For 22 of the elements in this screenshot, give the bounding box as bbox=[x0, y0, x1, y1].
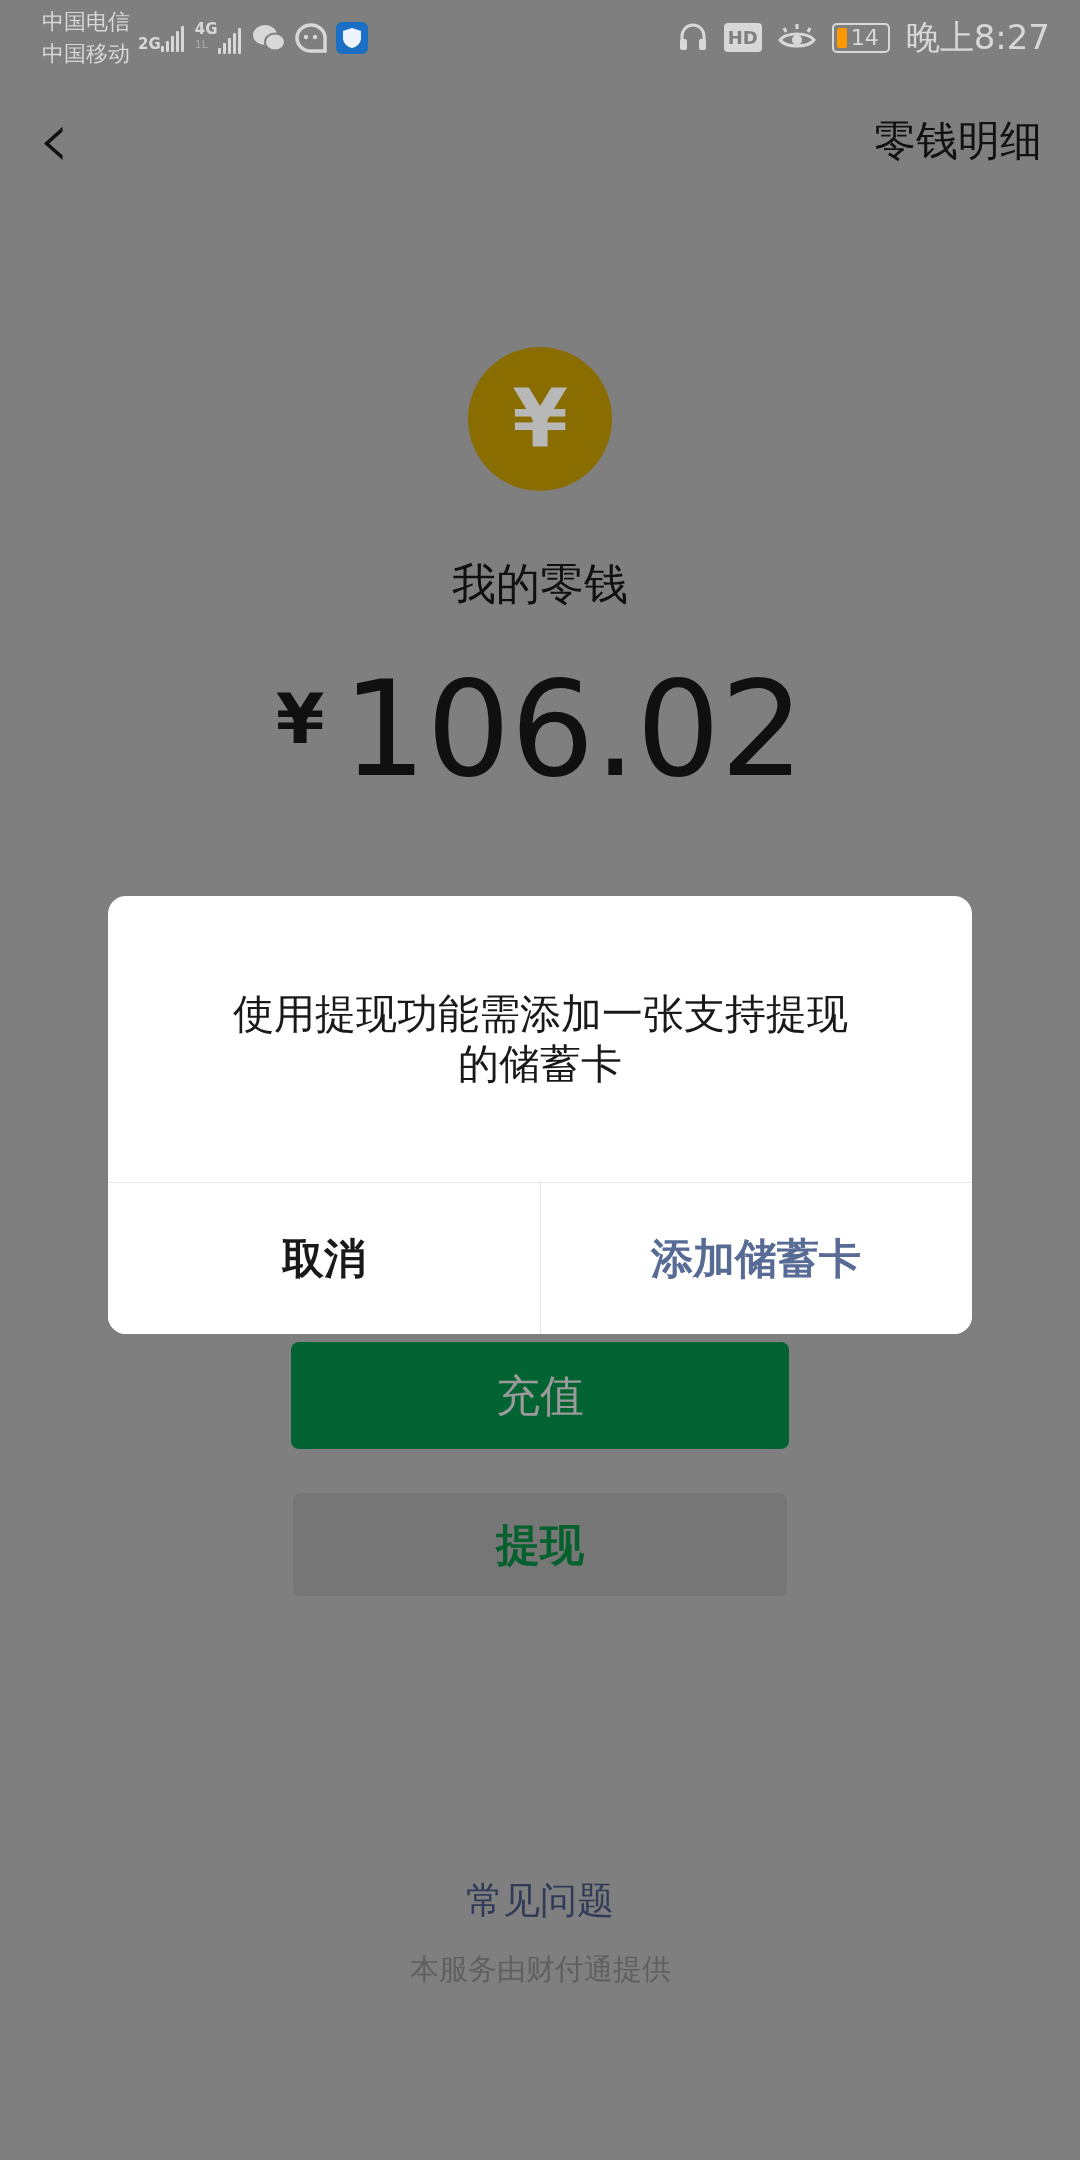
balance-label: 我的零钱 bbox=[452, 557, 628, 611]
carrier-name: 中国电信 bbox=[42, 7, 130, 36]
network-label: 2G bbox=[138, 35, 161, 52]
coin-icon: ¥ bbox=[468, 347, 612, 491]
add-card-button[interactable]: 添加储蓄卡 bbox=[539, 1183, 972, 1334]
currency-symbol: ¥ bbox=[275, 678, 325, 760]
hd-badge: HD bbox=[723, 23, 762, 52]
back-button[interactable]: ‹ bbox=[38, 100, 70, 180]
signal-icon bbox=[217, 25, 244, 54]
top-up-button[interactable]: 充值 bbox=[291, 1342, 789, 1450]
signal-icon bbox=[160, 23, 187, 52]
battery-indicator: 14 bbox=[831, 22, 890, 53]
faq-link[interactable]: 常见问题 bbox=[460, 1872, 620, 1930]
chat-face-icon bbox=[293, 21, 328, 54]
details-link[interactable]: 零钱明细 bbox=[874, 108, 1042, 172]
chat-bubbles-icon bbox=[251, 23, 286, 52]
dialog-message: 使用提现功能需添加一张支持提现的储蓄卡 bbox=[231, 989, 849, 1089]
balance-amount: 106.02 bbox=[342, 652, 805, 806]
network-label: 4G bbox=[194, 21, 218, 38]
status-time: 晚上8:27 bbox=[905, 16, 1050, 59]
shield-icon bbox=[335, 21, 368, 54]
carrier-name: 中国移动 bbox=[42, 39, 130, 68]
